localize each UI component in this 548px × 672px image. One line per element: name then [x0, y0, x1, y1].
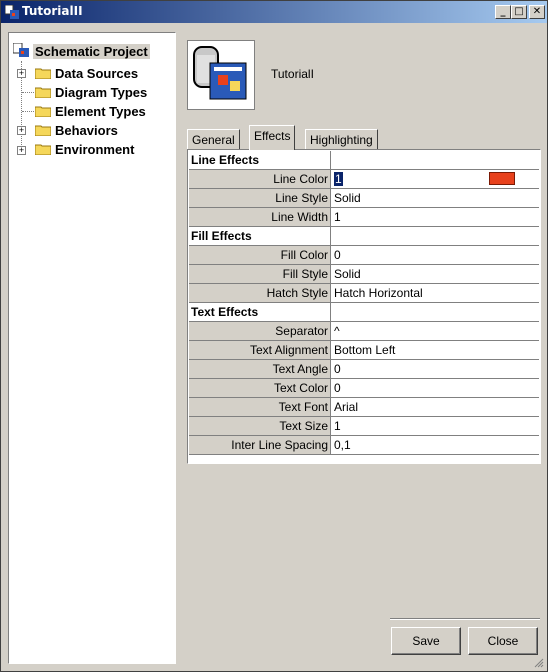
tree-item-label: Data Sources — [55, 66, 139, 81]
prop-separator[interactable]: Separator ^ — [189, 322, 539, 341]
prop-label: Text Angle — [189, 360, 331, 378]
prop-label: Separator — [189, 322, 331, 340]
tree-item-label: Diagram Types — [55, 85, 148, 100]
prop-inter-line-spacing[interactable]: Inter Line Spacing 0,1 — [189, 436, 539, 455]
prop-label: Hatch Style — [189, 284, 331, 302]
tree-connector — [22, 111, 34, 112]
prop-value[interactable]: ^ — [331, 322, 539, 340]
folder-icon — [35, 87, 51, 98]
expand-environment-toggle[interactable]: + — [17, 146, 26, 155]
color-swatch[interactable] — [489, 172, 515, 185]
prop-text-color[interactable]: Text Color 0 — [189, 379, 539, 398]
prop-value[interactable]: 0 — [331, 246, 539, 264]
prop-value[interactable]: 1 — [331, 208, 539, 226]
prop-line-color[interactable]: Line Color 1 — [189, 170, 539, 189]
save-button[interactable]: Save — [391, 627, 461, 655]
prop-label: Line Style — [189, 189, 331, 207]
tree-item-label: Environment — [55, 142, 135, 157]
resize-grip-icon[interactable] — [532, 656, 544, 668]
folder-icon — [35, 144, 51, 155]
project-tree[interactable]: Schematic Project + Data Sources Diagram… — [8, 32, 176, 664]
prop-label: Fill Color — [189, 246, 331, 264]
prop-value[interactable]: Solid — [331, 189, 539, 207]
expand-behaviors-toggle[interactable]: + — [17, 126, 26, 135]
prop-label: Text Alignment — [189, 341, 331, 359]
tree-item-label: Element Types — [55, 104, 146, 119]
prop-text-angle[interactable]: Text Angle 0 — [189, 360, 539, 379]
tree-root-label: Schematic Project — [33, 44, 150, 59]
prop-value: 1 — [334, 172, 343, 186]
footer-separator — [390, 618, 540, 620]
maximize-button[interactable]: □ — [511, 5, 527, 19]
prop-label: Text Color — [189, 379, 331, 397]
prop-label: Text Font — [189, 398, 331, 416]
prop-line-style[interactable]: Line Style Solid — [189, 189, 539, 208]
prop-line-width[interactable]: Line Width 1 — [189, 208, 539, 227]
app-icon — [5, 5, 19, 19]
group-fill-effects: Fill Effects — [189, 227, 539, 246]
prop-text-font[interactable]: Text Font Arial — [189, 398, 539, 417]
tree-item-environment[interactable]: Environment — [35, 140, 134, 159]
prop-fill-color[interactable]: Fill Color 0 — [189, 246, 539, 265]
group-text-effects: Text Effects — [189, 303, 539, 322]
prop-text-alignment[interactable]: Text Alignment Bottom Left — [189, 341, 539, 360]
tree-item-data-sources[interactable]: Data Sources — [35, 64, 138, 83]
prop-label: Line Color — [189, 170, 331, 188]
folder-icon — [35, 125, 51, 136]
folder-icon — [35, 106, 51, 117]
tree-root-schematic-project[interactable]: Schematic Project — [13, 42, 150, 61]
prop-hatch-style[interactable]: Hatch Style Hatch Horizontal — [189, 284, 539, 303]
property-grid: Line Effects Line Color 1 Line Style Sol… — [187, 149, 541, 464]
prop-value[interactable]: 1 — [331, 417, 539, 435]
prop-value[interactable]: 0,1 — [331, 436, 539, 454]
prop-value[interactable]: Solid — [331, 265, 539, 283]
tree-item-element-types[interactable]: Element Types — [35, 102, 146, 121]
tab-general[interactable]: General — [187, 129, 240, 149]
prop-value[interactable]: 0 — [331, 379, 539, 397]
title-bar[interactable]: TutorialII _ □ ✕ — [1, 1, 547, 23]
tree-connector — [22, 92, 34, 93]
tree-item-behaviors[interactable]: Behaviors — [35, 121, 118, 140]
prop-label: Inter Line Spacing — [189, 436, 331, 454]
prop-value[interactable]: Hatch Horizontal — [331, 284, 539, 302]
close-window-button[interactable]: ✕ — [529, 5, 545, 19]
project-icon — [13, 43, 29, 57]
folder-icon — [35, 68, 51, 79]
project-title: TutorialI — [271, 67, 314, 81]
line-color-field[interactable]: 1 — [331, 170, 539, 188]
prop-label: Fill Style — [189, 265, 331, 283]
prop-label: Text Size — [189, 417, 331, 435]
tab-highlighting[interactable]: Highlighting — [305, 129, 378, 149]
project-graphic-icon — [193, 46, 247, 100]
app-window: TutorialII _ □ ✕ Schematic Project + Dat… — [0, 0, 548, 672]
prop-value[interactable]: Arial — [331, 398, 539, 416]
tree-item-label: Behaviors — [55, 123, 118, 138]
close-button[interactable]: Close — [468, 627, 538, 655]
tab-effects[interactable]: Effects — [249, 125, 296, 150]
project-large-icon — [187, 40, 255, 110]
expand-data-sources-toggle[interactable]: + — [17, 69, 26, 78]
group-line-effects: Line Effects — [189, 151, 539, 170]
window-title: TutorialII — [22, 4, 83, 18]
prop-value[interactable]: Bottom Left — [331, 341, 539, 359]
prop-fill-style[interactable]: Fill Style Solid — [189, 265, 539, 284]
prop-label: Line Width — [189, 208, 331, 226]
tree-item-diagram-types[interactable]: Diagram Types — [35, 83, 147, 102]
prop-text-size[interactable]: Text Size 1 — [189, 417, 539, 436]
prop-value[interactable]: 0 — [331, 360, 539, 378]
minimize-button[interactable]: _ — [495, 5, 511, 19]
